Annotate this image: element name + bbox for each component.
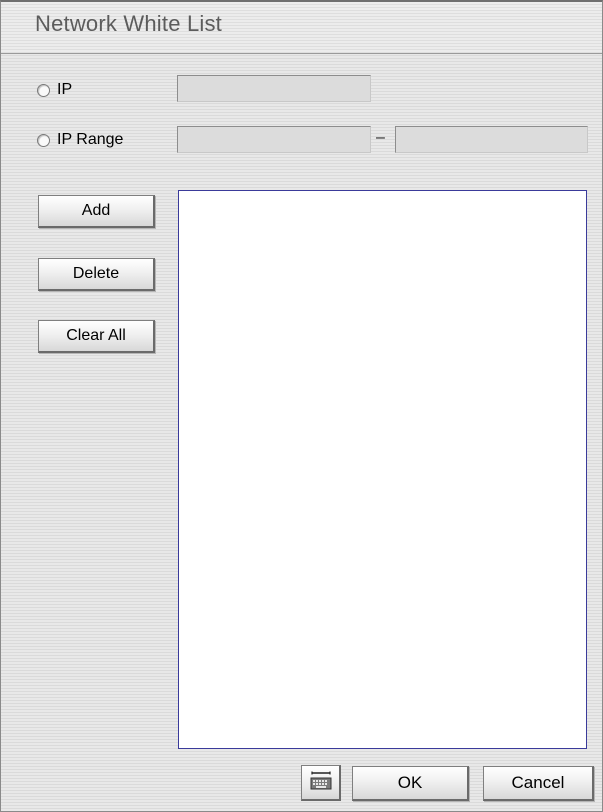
delete-button[interactable]: Delete xyxy=(38,258,155,291)
add-button[interactable]: Add xyxy=(38,195,155,228)
ip-radio-label: IP xyxy=(57,81,73,98)
ip-radio-option[interactable]: IP xyxy=(37,81,72,99)
ip-range-end-input[interactable] xyxy=(395,126,588,153)
range-separator: – xyxy=(376,129,385,146)
ip-range-radio-button[interactable] xyxy=(37,133,50,147)
ip-address-input[interactable] xyxy=(177,75,371,102)
cancel-button[interactable]: Cancel xyxy=(483,766,594,801)
title-bar: Network White List xyxy=(1,2,602,54)
ok-button[interactable]: OK xyxy=(352,766,469,801)
ip-range-radio-label: IP Range xyxy=(57,131,124,148)
white-list-listbox[interactable] xyxy=(178,190,587,749)
ip-range-radio-option[interactable]: IP Range xyxy=(37,131,123,149)
ip-range-start-input[interactable] xyxy=(177,126,371,153)
dialog-title: Network White List xyxy=(35,11,222,36)
clear-all-button[interactable]: Clear All xyxy=(38,320,155,353)
virtual-keyboard-button[interactable] xyxy=(301,765,341,801)
virtual-keyboard-icon xyxy=(310,771,332,794)
ip-radio-button[interactable] xyxy=(37,83,50,97)
network-white-list-dialog: Network White List IP IP Range – Add Del… xyxy=(0,0,603,812)
